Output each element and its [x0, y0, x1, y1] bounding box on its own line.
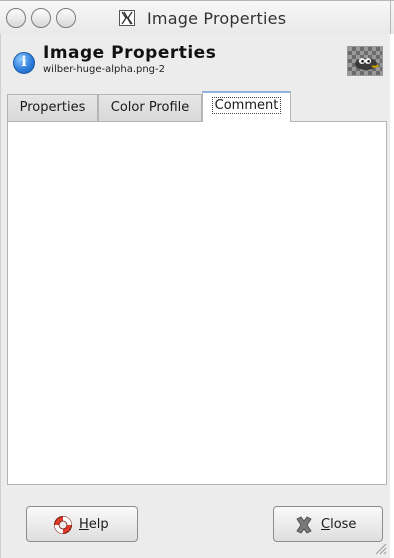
- x11-app-icon: [119, 10, 135, 26]
- close-button[interactable]: Close: [273, 506, 383, 542]
- image-thumbnail: [347, 46, 383, 76]
- close-button-label: Close: [321, 517, 357, 532]
- dialog-header: i Image Properties wilber-huge-alpha.png…: [1, 34, 391, 86]
- tab-color-profile[interactable]: Color Profile: [98, 94, 202, 121]
- title-bar[interactable]: Image Properties: [0, 0, 394, 34]
- window-minimize-button[interactable]: [31, 8, 51, 28]
- resize-grip-icon[interactable]: [370, 538, 388, 556]
- dialog-title: Image Properties: [43, 43, 217, 63]
- tab-comment[interactable]: Comment: [202, 91, 291, 122]
- window-maximize-button[interactable]: [56, 8, 76, 28]
- tab-comment-label: Comment: [211, 97, 282, 114]
- comment-text-area[interactable]: [7, 121, 387, 485]
- dialog-body: i Image Properties wilber-huge-alpha.png…: [0, 34, 390, 558]
- image-properties-window: Image Properties i Image Properties wilb…: [0, 0, 394, 558]
- window-border: [390, 0, 391, 34]
- close-icon: [296, 516, 312, 534]
- tab-properties[interactable]: Properties: [7, 94, 98, 121]
- info-icon: i: [13, 52, 35, 74]
- image-name: wilber-huge-alpha.png-2: [43, 64, 166, 75]
- help-button-label: Help: [79, 517, 109, 532]
- window-title: Image Properties: [147, 9, 287, 28]
- lifebuoy-icon: [54, 516, 72, 534]
- help-button[interactable]: Help: [26, 506, 138, 542]
- window-close-button[interactable]: [6, 8, 26, 28]
